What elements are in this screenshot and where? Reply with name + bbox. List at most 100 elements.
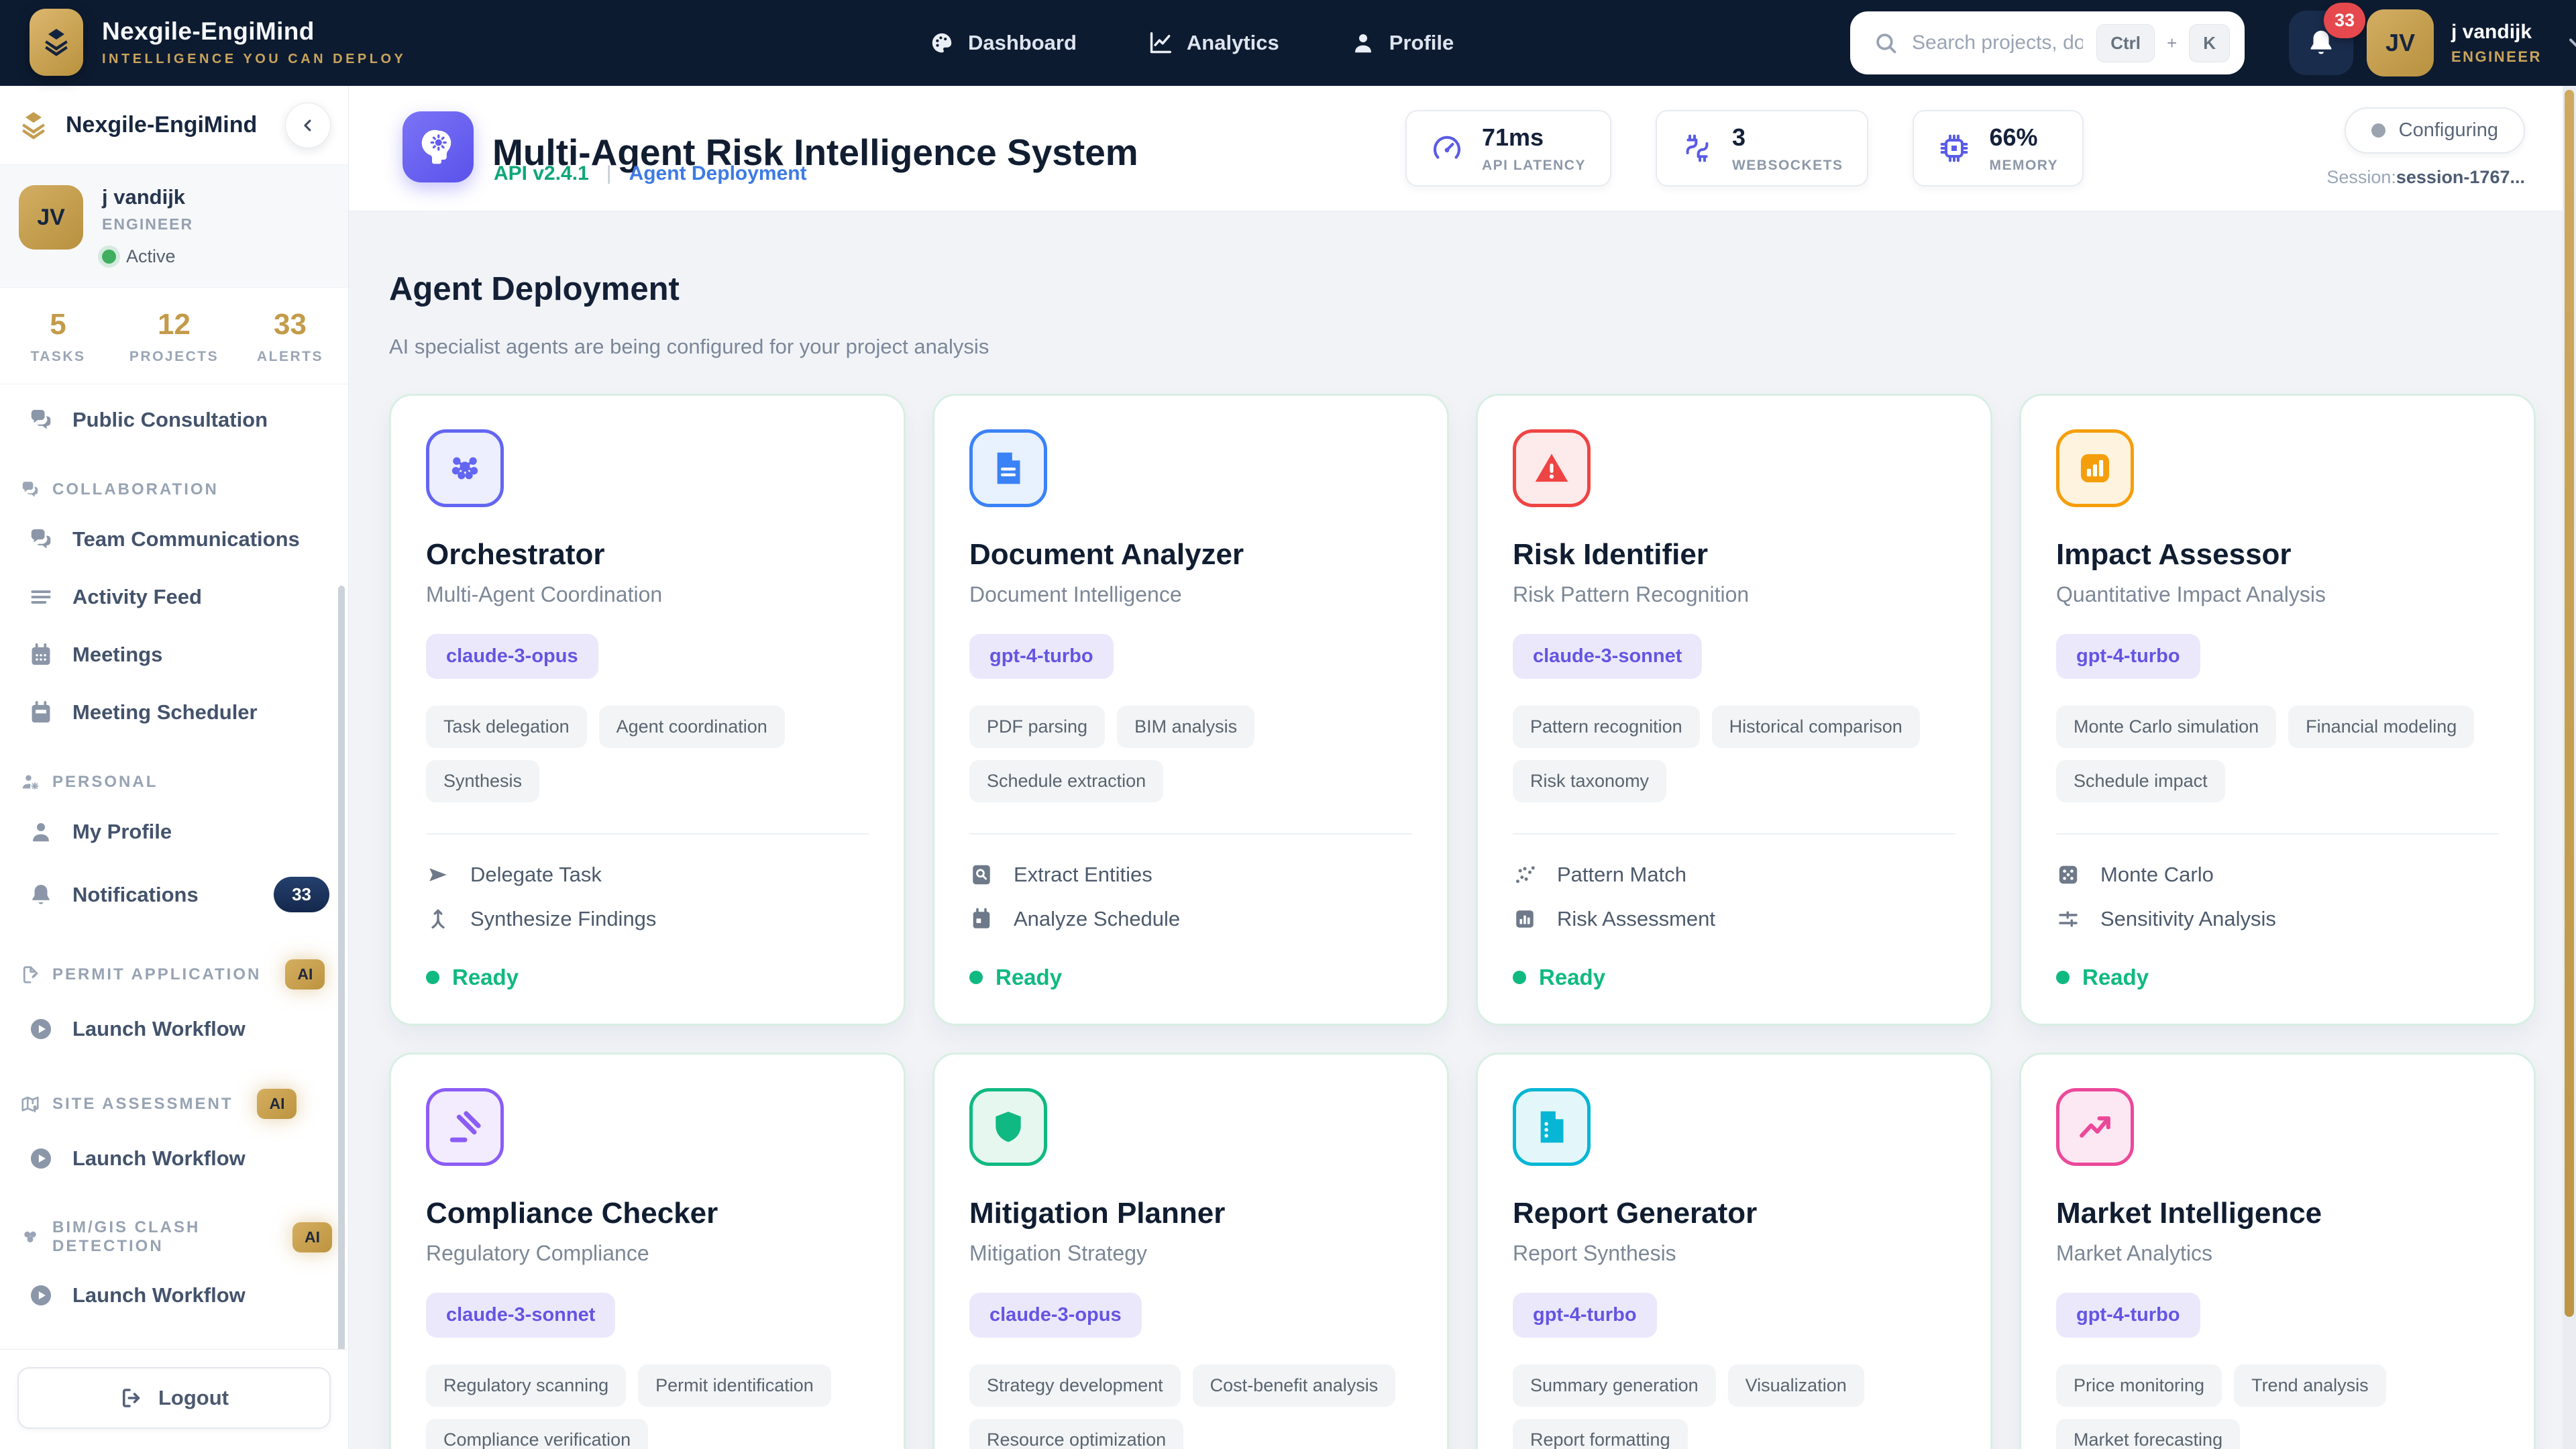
nav-item-analytics[interactable]: Analytics (1148, 30, 1279, 56)
action-label: Analyze Schedule (1014, 907, 1181, 931)
agent-card-mitigation-planner: Mitigation Planner Mitigation Strategy c… (932, 1053, 1449, 1449)
ready-label: Ready (996, 965, 1063, 990)
sidebar-item-label: Launch Workflow (72, 1017, 246, 1040)
agent-card-document-analyzer: Document Analyzer Document Intelligence … (932, 394, 1449, 1026)
sidebar-user-card: JV j vandijk ENGINEER Active (0, 165, 348, 288)
capability-tag: Resource optimization (969, 1419, 1184, 1449)
agent-card-compliance-checker: Compliance Checker Regulatory Compliance… (389, 1053, 906, 1449)
top-header: Nexgile-EngiMind INTELLIGENCE YOU CAN DE… (0, 0, 2576, 86)
avatar: JV (19, 185, 83, 250)
agent-name: Document Analyzer (969, 538, 1244, 572)
agent-subtitle: Market Analytics (2056, 1241, 2212, 1266)
agent-grid: Orchestrator Multi-Agent Coordination cl… (389, 394, 2536, 1449)
stat-label: PROJECTS (129, 349, 219, 364)
warning-icon (1533, 449, 1570, 487)
metric-value: 3 (1731, 123, 1746, 151)
metric-value: 71ms (1482, 123, 1544, 151)
chart-line-icon (1148, 30, 1173, 56)
sidebar-item-activity-feed[interactable]: Activity Feed (0, 568, 348, 626)
ready-label: Ready (452, 965, 519, 990)
user-gear-icon (20, 772, 40, 792)
agent-icon (2056, 1088, 2134, 1167)
sidebar-item-label: Public Consultation (72, 408, 268, 431)
sidebar-section-site-assessment: SITE ASSESSMENT AI (0, 1058, 348, 1130)
notifications-button[interactable]: 33 (2289, 3, 2365, 75)
action-label: Delegate Task (470, 863, 602, 887)
layers-icon (17, 109, 50, 142)
sidebar-item-launch-workflow[interactable]: Launch Workflow (0, 1130, 348, 1187)
head-gear-icon (418, 127, 458, 167)
ready-dot (969, 971, 983, 985)
sidebar-section-bim-gis-clash-detection: BIM/GIS CLASH DETECTION AI (0, 1187, 348, 1267)
nodes-icon (20, 1227, 40, 1247)
sidebar-item-public-consultation[interactable]: Public Consultation (0, 391, 348, 449)
play-circle-icon (28, 1146, 54, 1171)
agent-card-report-generator: Report Generator Report Synthesis gpt-4-… (1476, 1053, 1992, 1449)
agent-tags: Strategy development Cost-benefit analysi… (969, 1364, 1412, 1449)
user-menu[interactable]: JV j vandijk ENGINEER (2367, 9, 2576, 76)
capability-tag: Schedule extraction (969, 760, 1164, 803)
stat-tasks: 5 TASKS (0, 308, 116, 365)
divider (1513, 833, 1955, 835)
user-status: Active (102, 246, 193, 267)
chevron-down-icon (2565, 31, 2576, 55)
sidebar-item-meeting-scheduler[interactable]: Meeting Scheduler (0, 684, 348, 741)
cpu-icon (1938, 132, 1970, 164)
agent-subtitle: Quantitative Impact Analysis (2056, 582, 2326, 607)
bell-icon (28, 882, 54, 908)
page-scrollbar-thumb[interactable] (2565, 90, 2574, 1317)
breadcrumb[interactable]: Agent Deployment (629, 162, 807, 185)
chart-square-icon (1513, 907, 1537, 931)
file-badge-icon (1533, 1108, 1570, 1146)
model-badge: claude-3-sonnet (1513, 634, 1703, 680)
ai-badge: AI (292, 1222, 332, 1252)
agent-subtitle: Risk Pattern Recognition (1513, 582, 1750, 607)
global-search[interactable]: Ctrl + K (1850, 11, 2245, 74)
network-icon (446, 449, 484, 487)
agent-card-impact-assessor: Impact Assessor Quantitative Impact Anal… (2019, 394, 2536, 1026)
capability-tag: Pattern recognition (1513, 706, 1700, 749)
sidebar-item-label: Launch Workflow (72, 1146, 246, 1170)
sidebar-scrollbar[interactable] (338, 586, 345, 1349)
sidebar-item-launch-workflow[interactable]: Launch Workflow (0, 1000, 348, 1058)
sidebar-section-permit-application: PERMIT APPLICATION AI (0, 928, 348, 1000)
agent-name: Compliance Checker (426, 1197, 718, 1230)
agent-icon (426, 1088, 504, 1167)
sidebar-item-label: Meetings (72, 643, 163, 666)
sidebar-item-notifications[interactable]: Notifications 33 (0, 861, 348, 928)
agent-icon (1513, 429, 1591, 508)
agent-tags: PDF parsing BIM analysis Schedule extracti… (969, 706, 1412, 803)
nav-label: Analytics (1186, 31, 1279, 54)
layers-icon (40, 26, 72, 58)
agent-card-market-intelligence: Market Intelligence Market Analytics gpt… (2019, 1053, 2536, 1449)
user-icon (28, 819, 54, 845)
agent-name: Impact Assessor (2056, 538, 2292, 572)
capability-tag: Report formatting (1513, 1419, 1688, 1449)
sidebar-item-my-profile[interactable]: My Profile (0, 803, 348, 861)
logout-button[interactable]: Logout (17, 1367, 331, 1429)
sidebar-item-team-communications[interactable]: Team Communications (0, 511, 348, 568)
stat-value: 12 (158, 308, 191, 341)
session-value: session-1767... (2396, 167, 2525, 187)
agent-subtitle: Report Synthesis (1513, 1241, 1676, 1266)
model-badge: gpt-4-turbo (969, 634, 1114, 680)
play-circle-icon (28, 1283, 54, 1308)
status-area: Configuring Session:session-1767... (2326, 107, 2525, 188)
user-icon (1350, 30, 1376, 56)
sidebar-item-launch-workflow[interactable]: Launch Workflow (0, 1267, 348, 1324)
sidebar-item-meetings[interactable]: Meetings (0, 626, 348, 684)
search-input[interactable] (1911, 31, 2085, 55)
divider (2056, 833, 2499, 835)
capability-tag: Permit identification (638, 1364, 831, 1407)
nav-item-dashboard[interactable]: Dashboard (929, 30, 1077, 56)
action-label: Monte Carlo (2100, 863, 2214, 887)
divider (969, 833, 1412, 835)
sidebar: Nexgile-EngiMind JV j vandijk ENGINEER A… (0, 86, 349, 1449)
stat-value: 33 (274, 308, 307, 341)
nav-item-profile[interactable]: Profile (1350, 30, 1454, 56)
sidebar-collapse-button[interactable] (285, 102, 331, 148)
page-scrollbar[interactable] (2563, 86, 2576, 1449)
sliders-icon (2056, 907, 2080, 931)
calendar-day-icon (969, 907, 994, 931)
session-info: Session:session-1767... (2326, 167, 2525, 188)
